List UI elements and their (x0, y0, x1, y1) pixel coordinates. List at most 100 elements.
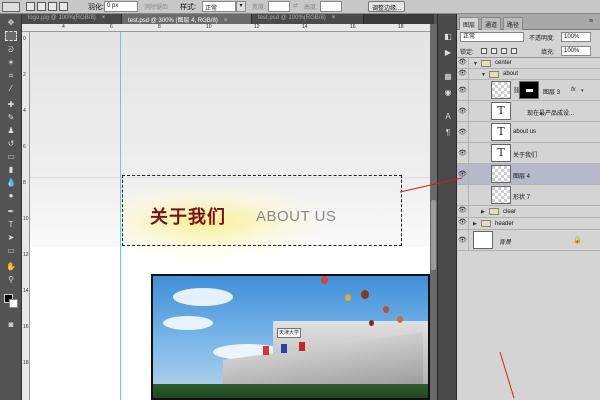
eye-icon[interactable]: 👁 (457, 164, 469, 184)
antialias-checkbox[interactable]: 消除锯齿 (144, 2, 168, 11)
actions-panel-icon[interactable]: ▶ (442, 48, 454, 58)
intersect-selection-icon[interactable] (59, 2, 68, 11)
layer-name: 关于我们 (513, 153, 538, 159)
fx-icon[interactable]: fx (571, 87, 576, 93)
layer-row-background[interactable]: 👁 背景 🔒 (457, 230, 600, 251)
tab-layers[interactable]: 图层 (459, 17, 480, 30)
move-tool-icon[interactable]: ✥ (5, 18, 17, 28)
hand-tool-icon[interactable]: ✋ (5, 262, 17, 272)
layer-group-about[interactable]: 👁 ▼ about (457, 69, 600, 80)
marquee-tool-preset-icon[interactable] (2, 2, 20, 12)
lock-row: 锁定: 填充: 100% (457, 44, 600, 58)
background-color-swatch[interactable] (9, 299, 18, 308)
lock-all-icon[interactable] (511, 48, 517, 54)
layer-row-shape7[interactable]: 形状 7 (457, 185, 600, 206)
document-canvas[interactable]: 关于我们 ABOUT US 天津大学 (30, 32, 430, 400)
dodge-tool-icon[interactable]: ● (5, 191, 17, 201)
add-selection-icon[interactable] (37, 2, 46, 11)
marquee-selection[interactable] (122, 175, 402, 246)
gradient-tool-icon[interactable]: ▮ (5, 165, 17, 175)
blend-mode-select[interactable]: 正常 (460, 32, 524, 42)
styles-panel-icon[interactable]: ◉ (442, 88, 454, 98)
brush-tool-icon[interactable]: ✎ (5, 113, 17, 123)
swap-icon[interactable]: ⇄ (293, 2, 298, 9)
layer-row-about-us[interactable]: 👁 T about us (457, 122, 600, 143)
eye-icon[interactable]: 👁 (457, 69, 469, 79)
subtract-selection-icon[interactable] (48, 2, 57, 11)
layer-group-header[interactable]: 👁 ▶ header (457, 218, 600, 230)
tab-paths[interactable]: 路径 (503, 17, 524, 30)
layer-row-text-desc[interactable]: 👁 T 现在最产品成设... (457, 101, 600, 122)
magic-wand-tool-icon[interactable]: ✶ (5, 58, 17, 68)
eye-icon[interactable]: 👁 (457, 101, 469, 121)
ruler-number: 8 (23, 180, 26, 186)
style-select[interactable]: 正常 (202, 1, 236, 12)
shape-tool-icon[interactable]: ▭ (5, 246, 17, 256)
history-panel-icon[interactable]: ◧ (442, 32, 454, 42)
close-icon[interactable]: × (332, 15, 336, 21)
panel-menu-icon[interactable]: ≡ (589, 18, 593, 25)
healing-brush-tool-icon[interactable]: ✚ (5, 100, 17, 110)
vertical-guide[interactable] (120, 32, 121, 400)
blur-tool-icon[interactable]: 💧 (5, 178, 17, 188)
eye-icon[interactable]: 👁 (457, 122, 469, 142)
eye-icon[interactable]: 👁 (457, 206, 469, 217)
layer-row-layer4[interactable]: 👁 图层 4 (457, 164, 600, 185)
tab-logo-jpg[interactable]: logo.jpg @ 100%(RGB/8) × (22, 14, 122, 24)
width-input[interactable] (268, 1, 290, 12)
feather-input[interactable]: 0 px (104, 1, 138, 12)
text-tool-icon[interactable]: T (5, 220, 17, 230)
character-panel-icon[interactable]: A (442, 112, 454, 122)
layer-group-center[interactable]: 👁 ▼ center (457, 58, 600, 69)
clone-stamp-tool-icon[interactable]: ♟ (5, 126, 17, 136)
tab-test-psd-300[interactable]: test.psd @ 300% (图层 4, RGB/8) × (122, 14, 252, 24)
folder-icon (481, 60, 491, 67)
eye-icon[interactable]: 👁 (457, 58, 469, 68)
history-brush-tool-icon[interactable]: ↺ (5, 139, 17, 149)
ruler-number: 10 (206, 24, 212, 30)
panel-tabs: 图层 通道 路径 ≡ (457, 14, 600, 30)
layer-group-clear[interactable]: 👁 ▶ clear (457, 206, 600, 218)
lock-position-icon[interactable] (501, 48, 507, 54)
building-sign: 天津大学 (277, 328, 301, 338)
marquee-tool-icon[interactable] (5, 31, 17, 41)
tab-test-psd-100[interactable]: test.psd @ 100%(RGB/8) × (252, 14, 364, 24)
triangle-icon[interactable]: ▼ (473, 61, 478, 67)
tab-channels[interactable]: 通道 (481, 17, 502, 30)
crop-tool-icon[interactable]: ⌗ (5, 71, 17, 81)
text-layer-icon: T (491, 102, 511, 120)
eye-icon[interactable]: 👁 (457, 143, 469, 163)
close-icon[interactable]: × (102, 15, 106, 21)
fill-input[interactable]: 100% (561, 46, 591, 56)
path-selection-tool-icon[interactable]: ➤ (5, 233, 17, 243)
eyedropper-tool-icon[interactable]: ⁄ (5, 84, 17, 94)
layer-row-layer3[interactable]: 👁 ⛓ 图层 3 fx ▾ (457, 80, 600, 101)
zoom-tool-icon[interactable]: ⚲ (5, 275, 17, 285)
quick-mask-icon[interactable]: ◙ (5, 320, 17, 330)
new-selection-icon[interactable] (26, 2, 35, 11)
swatches-panel-icon[interactable]: ▦ (442, 72, 454, 82)
refine-edge-button[interactable]: 调整边缘... (368, 1, 406, 12)
height-input[interactable] (320, 1, 342, 12)
triangle-icon[interactable]: ▶ (473, 221, 477, 227)
layer-name: 现在最产品成设... (527, 111, 575, 117)
triangle-icon[interactable]: ▼ (481, 72, 486, 78)
folder-icon (481, 220, 491, 227)
lock-transparency-icon[interactable] (481, 48, 487, 54)
layer-row-guanyu[interactable]: 👁 T 关于我们 (457, 143, 600, 164)
eye-icon[interactable]: 👁 (457, 230, 469, 250)
triangle-icon[interactable]: ▾ (581, 88, 584, 94)
scrollbar-thumb[interactable] (431, 200, 436, 270)
lasso-tool-icon[interactable]: ᘐ (5, 45, 17, 55)
paragraph-panel-icon[interactable]: ¶ (442, 128, 454, 138)
pen-tool-icon[interactable]: ✒ (5, 207, 17, 217)
lock-pixels-icon[interactable] (491, 48, 497, 54)
triangle-icon[interactable]: ▶ (481, 209, 485, 215)
eye-icon[interactable]: 👁 (457, 80, 469, 100)
eye-icon[interactable]: 👁 (457, 218, 469, 229)
opacity-input[interactable]: 100% (561, 32, 591, 42)
layer-mask-thumbnail[interactable] (519, 81, 539, 99)
eye-icon-hidden[interactable] (457, 185, 469, 205)
eraser-tool-icon[interactable]: ▭ (5, 152, 17, 162)
chevron-down-icon[interactable]: ▾ (236, 1, 246, 12)
